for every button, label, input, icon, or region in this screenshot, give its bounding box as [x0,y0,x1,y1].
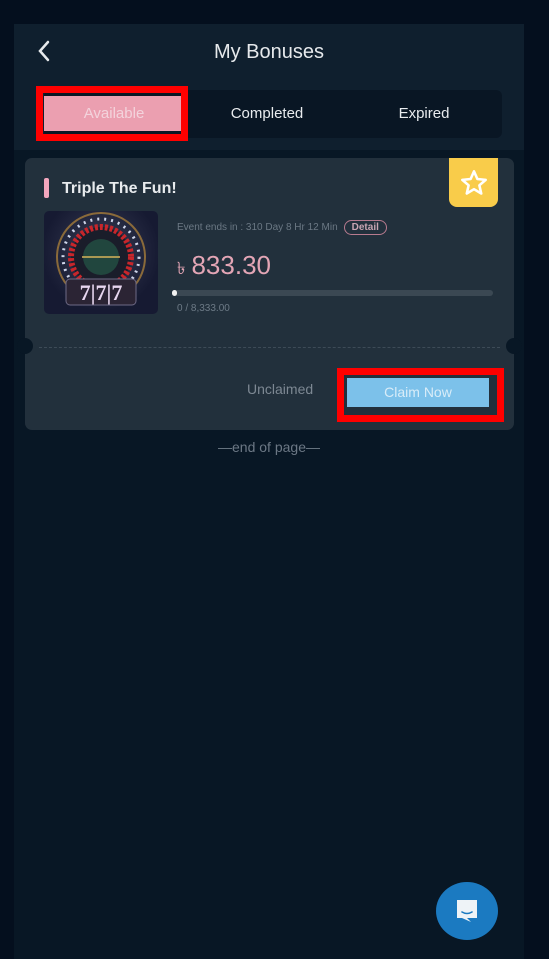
bonus-card: Triple The Fun! 7|7|7 Event ends in : 31… [17,158,522,430]
tab-bar: Available Completed Expired [44,90,502,138]
bonus-title: Triple The Fun! [62,180,177,197]
roulette-slot-image: 7|7|7 [56,212,146,306]
claim-now-button[interactable]: Claim Now [347,378,489,407]
bonus-amount: ৳ 833.30 [177,250,271,284]
detail-button[interactable]: Detail [343,220,387,235]
ticket-notch-left [17,338,33,354]
end-of-page-text: —end of page— [218,439,320,455]
event-countdown: Event ends in : 310 Day 8 Hr 12 Min Deta… [177,220,387,235]
tab-expired[interactable]: Expired [349,90,499,138]
svg-text:7|7|7: 7|7|7 [80,280,123,305]
bonus-image: 7|7|7 [44,211,158,314]
bonus-badge [449,158,498,207]
page-title: My Bonuses [213,41,325,63]
dashed-divider [39,347,500,348]
app-container: My Bonuses Available Completed Expired T… [14,24,524,959]
ticket-notch-right [506,338,522,354]
title-accent [44,178,49,198]
currency-symbol: ৳ [177,259,186,278]
chat-icon [457,900,477,922]
header: My Bonuses Available Completed Expired [14,24,524,150]
wager-progress-bar [172,290,493,296]
claim-status: Unclaimed [247,381,314,397]
amount-value: 833.30 [191,250,271,280]
tab-completed[interactable]: Completed [192,90,342,138]
tab-available[interactable]: Available [44,96,184,131]
wager-progress-text: 0 / 8,333.00 [177,303,230,314]
star-icon [460,169,487,195]
countdown-text: Event ends in : 310 Day 8 Hr 12 Min [177,222,338,233]
wager-progress-fill [172,290,177,296]
chat-button[interactable] [436,882,498,940]
